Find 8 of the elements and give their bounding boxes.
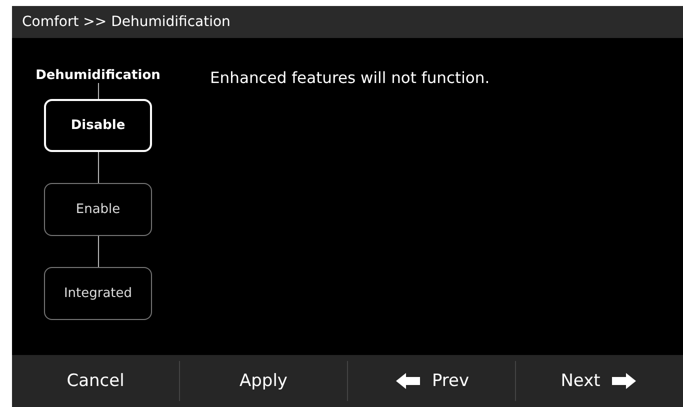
option-button[interactable]: Integrated bbox=[44, 267, 152, 320]
left-arrow-icon bbox=[394, 372, 422, 390]
options-title: Dehumidification bbox=[36, 68, 160, 83]
option-button[interactable]: Enable bbox=[44, 183, 152, 236]
message-text: Enhanced features will not function. bbox=[210, 68, 490, 89]
screen-title: Comfort >> Dehumidification bbox=[22, 14, 230, 30]
option-button[interactable]: Disable bbox=[44, 99, 152, 152]
right-arrow-icon bbox=[610, 372, 638, 390]
